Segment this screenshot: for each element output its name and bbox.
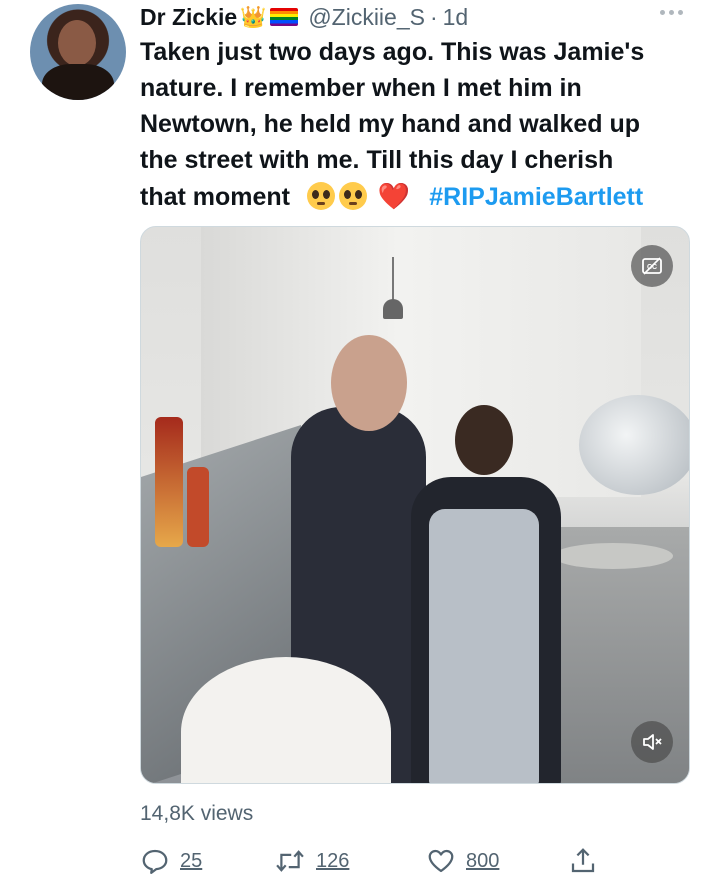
view-count: 14,8K views [140,802,254,825]
tweet[interactable]: Dr Zickie 👑 @Zickiie_S · 1d Taken just t… [0,0,720,894]
avatar-face [58,20,96,66]
tweet-text-line-last: that moment ❤️ #RIPJamieBartlett [140,178,700,215]
closed-captions-button[interactable]: CC [631,245,673,287]
retweet-count: 126 [316,849,350,872]
tweet-text-line: nature. I remember when I met him in [140,74,582,102]
more-options-icon[interactable] [660,10,683,15]
video-player[interactable]: CC [140,226,690,784]
tweet-text: Taken just two days ago. This was Jamie'… [140,34,700,215]
avatar[interactable] [30,4,126,100]
tweet-text-line: the street with me. Till this day I cher… [140,146,614,174]
share-icon [571,848,595,873]
video-frame-woman-head [455,405,513,475]
video-frame-lamp [383,299,403,319]
video-frame-lamp-wire [392,257,394,301]
pleading-face-emoji [338,182,367,210]
tweet-header: Dr Zickie 👑 @Zickiie_S · 1d [140,2,468,32]
video-frame-pan [553,543,673,569]
volume-muted-icon [643,734,662,750]
tweet-text-fragment: that moment [140,183,290,211]
display-name[interactable]: Dr Zickie [140,4,237,31]
tweet-text-line: Taken just two days ago. This was Jamie'… [140,38,645,66]
user-handle[interactable]: @Zickiie_S [308,4,425,31]
mute-button[interactable] [631,721,673,763]
share-button[interactable] [568,844,598,878]
hashtag-link[interactable]: #RIPJamieBartlett [429,183,643,211]
reply-button[interactable]: 25 [140,844,202,878]
video-frame-bottle [155,417,183,547]
video-frame-man-head [331,335,407,431]
closed-captions-off-icon: CC [642,257,662,275]
action-bar: 25 126 800 [140,844,700,878]
timestamp[interactable]: 1d [443,4,469,31]
rainbow-flag-emoji [270,8,299,26]
red-heart-emoji: ❤️ [377,181,411,211]
reply-icon [142,849,168,874]
retweet-icon [276,850,304,872]
video-frame-bowl [579,395,689,495]
retweet-button[interactable]: 126 [274,844,349,878]
separator-dot: · [429,3,438,30]
heart-icon [428,849,454,873]
avatar-body [42,64,114,100]
reply-count: 25 [180,849,203,872]
like-button[interactable]: 800 [426,844,499,878]
tweet-text-line: Newtown, he held my hand and walked up [140,110,641,138]
video-frame-bottle [187,467,209,547]
like-count: 800 [466,849,500,872]
crown-emoji: 👑 [240,5,267,29]
video-frame-apron [429,509,539,783]
pleading-face-emoji [306,182,335,210]
